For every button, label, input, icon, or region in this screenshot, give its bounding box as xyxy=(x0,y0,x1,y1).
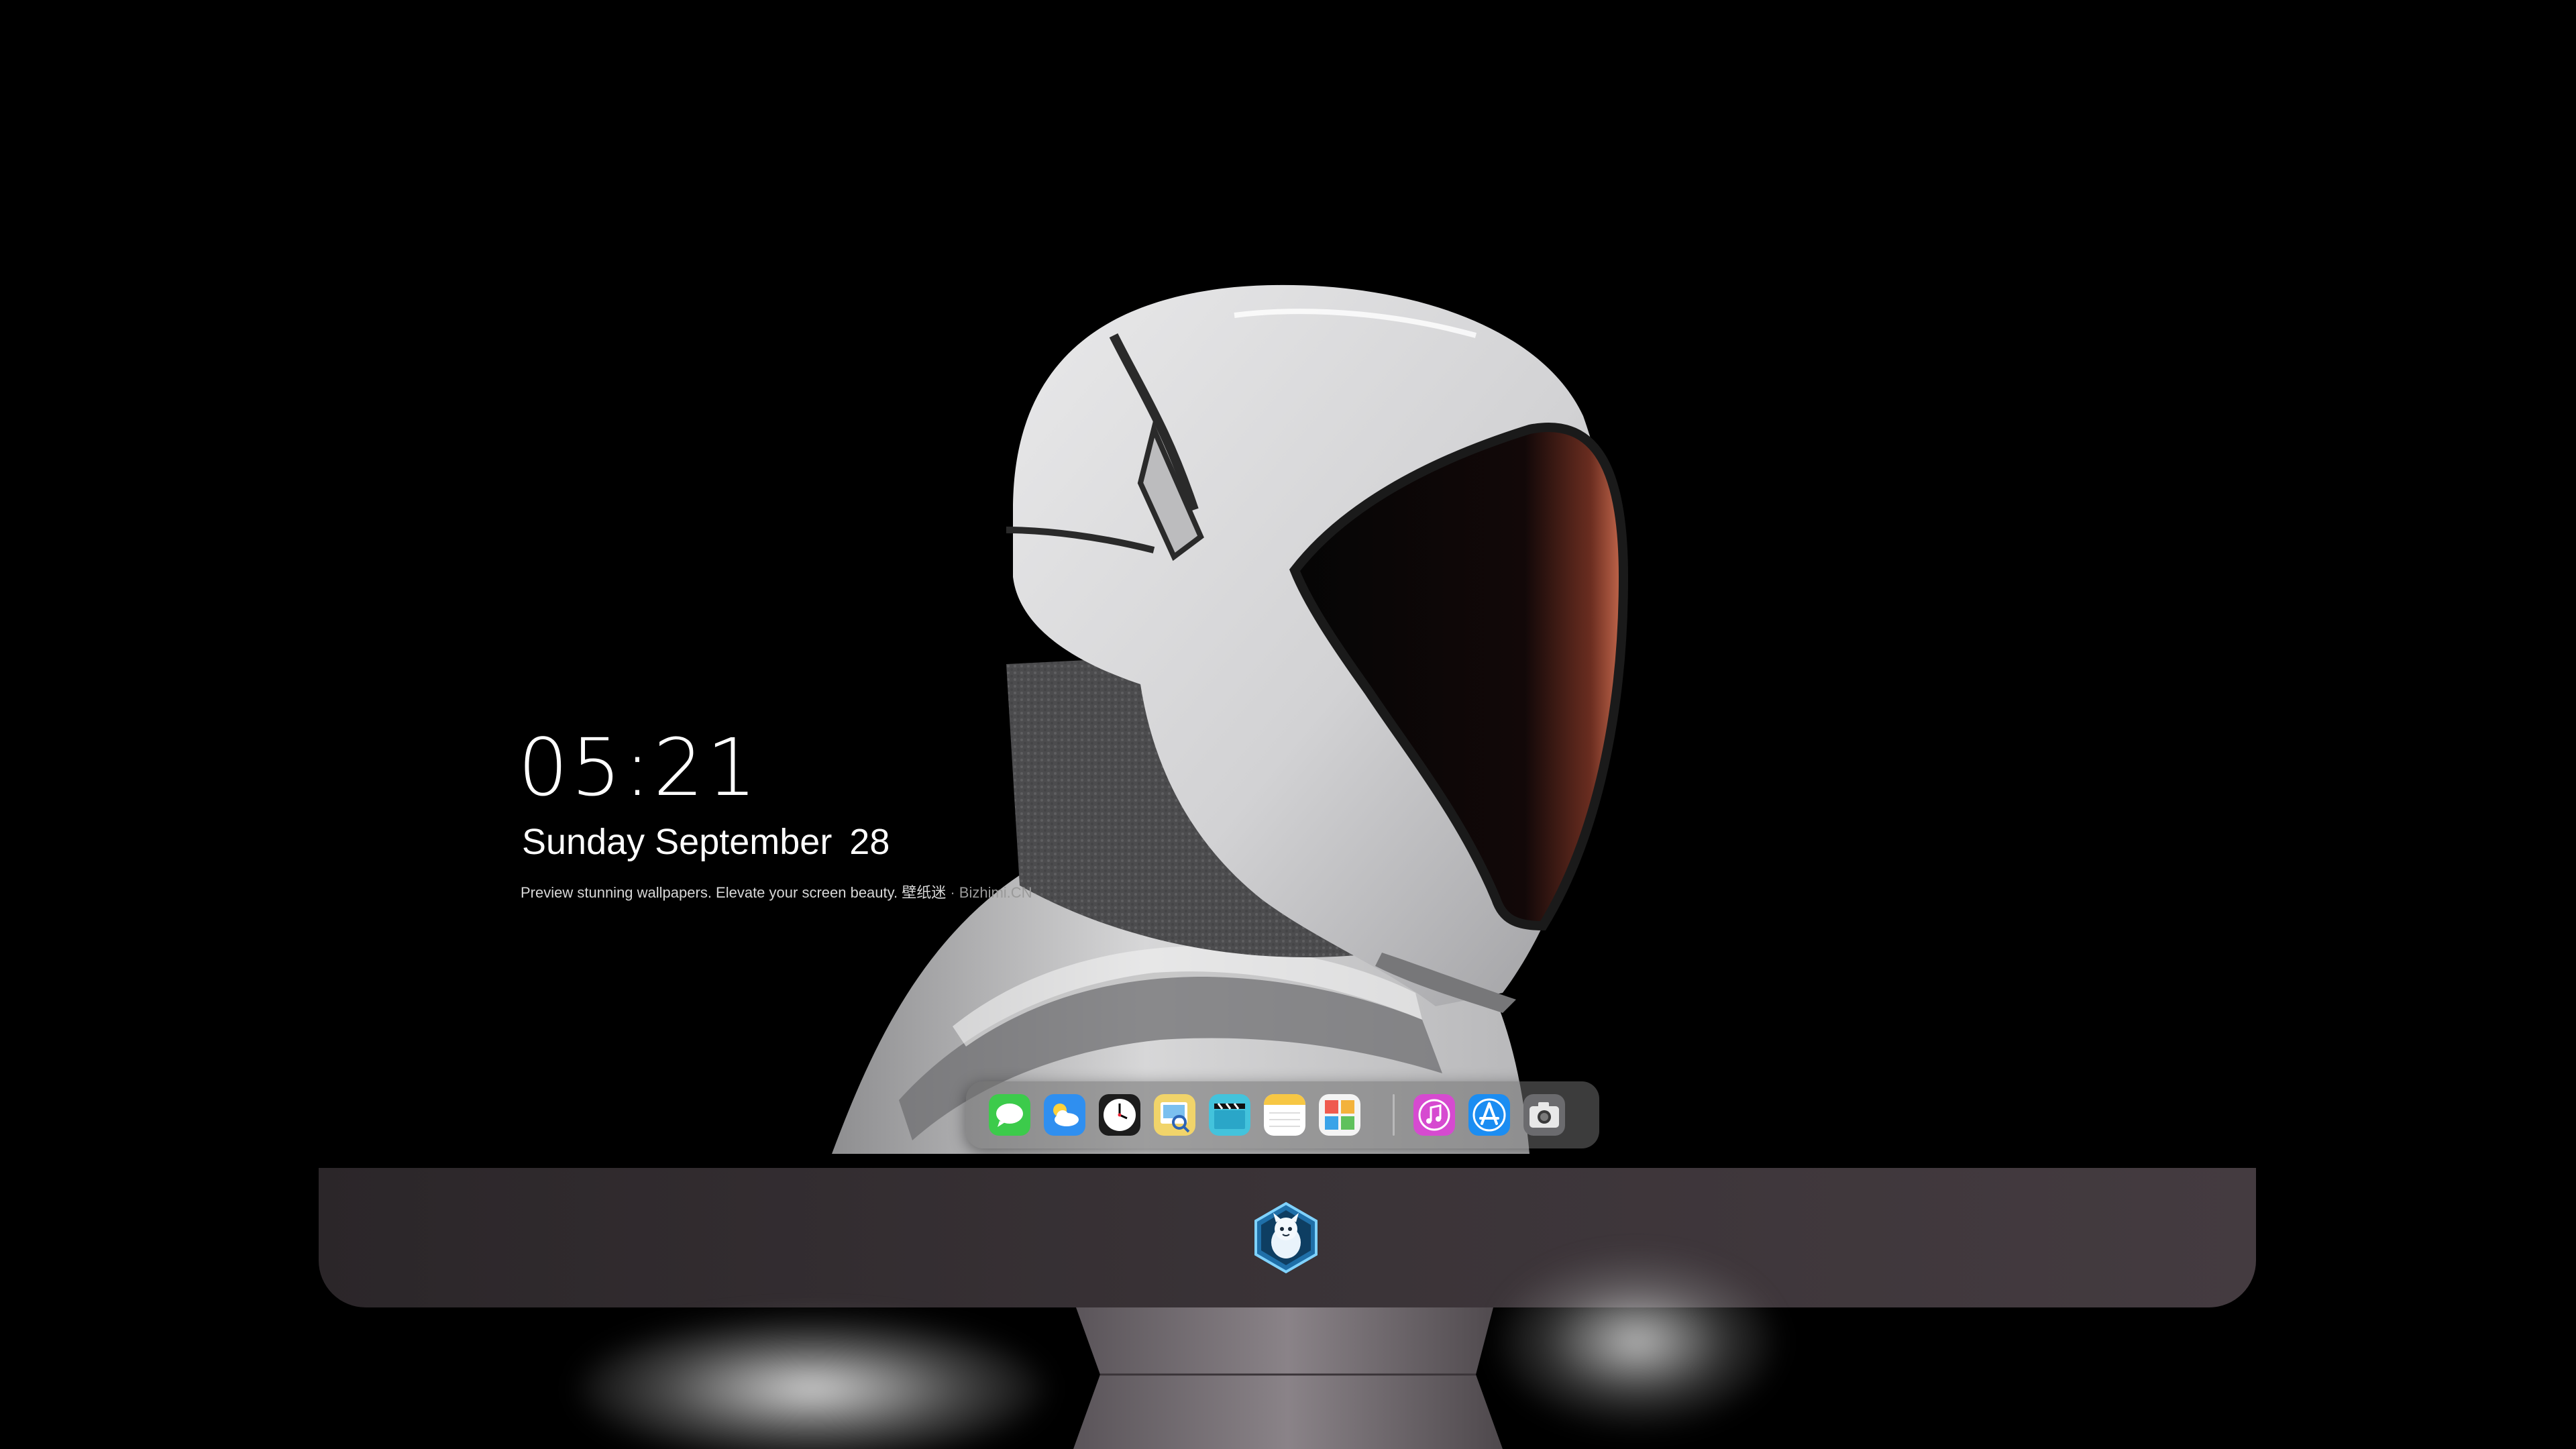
monitor-stand xyxy=(1073,1307,1503,1449)
mascot-logo-icon[interactable] xyxy=(1249,1201,1323,1275)
foreground-blur-right xyxy=(1496,1254,1778,1429)
clapperboard-icon[interactable] xyxy=(1209,1094,1250,1136)
date-day: 28 xyxy=(849,822,890,862)
dock-separator xyxy=(1393,1094,1395,1136)
preview-icon[interactable] xyxy=(1154,1094,1195,1136)
clock-icon[interactable] xyxy=(1099,1094,1140,1136)
music-icon[interactable] xyxy=(1413,1094,1455,1136)
lockscreen-date: Sunday September 28 xyxy=(522,824,890,860)
astronaut-wallpaper xyxy=(0,0,2576,1154)
astronaut-illustration xyxy=(832,284,1629,1154)
tagline-text: Preview stunning wallpapers. Elevate you… xyxy=(521,884,947,901)
tagline-site: · Bizhimi.CN xyxy=(946,884,1032,901)
photos-icon[interactable] xyxy=(1319,1094,1360,1136)
messages-icon[interactable] xyxy=(989,1094,1030,1136)
app-dock xyxy=(966,1081,1599,1148)
lockscreen-time: 05:21 xyxy=(518,721,760,814)
taskbar xyxy=(319,1168,2256,1307)
wallpaper-tagline: Preview stunning wallpapers. Elevate you… xyxy=(521,885,1032,900)
weather-icon[interactable] xyxy=(1044,1094,1085,1136)
foreground-blur-left xyxy=(577,1315,1046,1449)
desktop-stage: 05:21 Sunday September 28 Preview stunni… xyxy=(0,0,2576,1449)
date-weekday-month: Sunday September xyxy=(522,822,833,862)
camera-icon[interactable] xyxy=(1523,1094,1565,1136)
app-store-icon[interactable] xyxy=(1468,1094,1510,1136)
notes-icon[interactable] xyxy=(1264,1094,1305,1136)
